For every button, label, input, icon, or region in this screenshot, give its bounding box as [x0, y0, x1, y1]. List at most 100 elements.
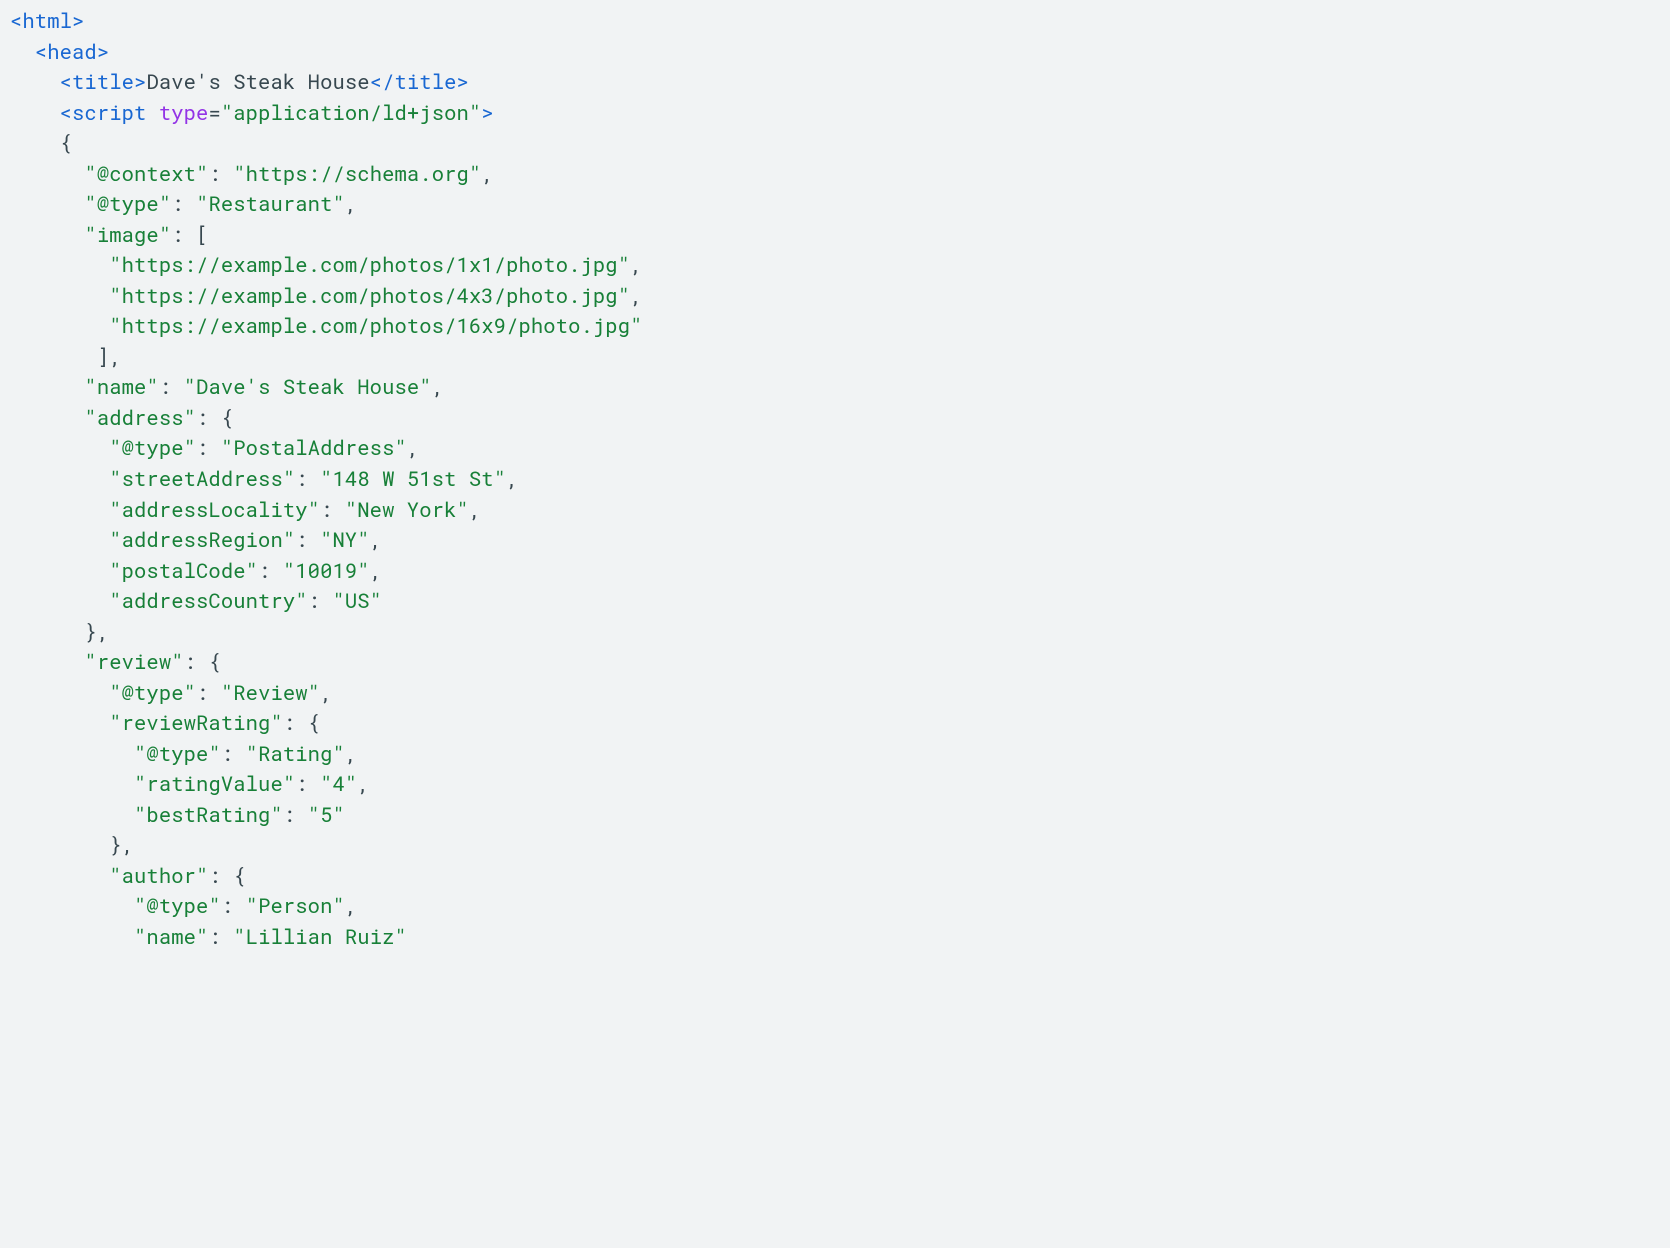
- code-token: "Rating": [246, 740, 345, 767]
- code-token: <title>: [60, 68, 147, 95]
- code-token: },: [10, 618, 109, 645]
- code-token: "https://example.com/photos/4x3/photo.jp…: [109, 282, 630, 309]
- code-token: [10, 709, 109, 736]
- code-token: "Lillian Ruiz": [233, 923, 407, 950]
- code-token: [10, 801, 134, 828]
- code-token: "bestRating": [134, 801, 283, 828]
- code-token: "Review": [221, 679, 320, 706]
- code-token: </title>: [370, 68, 469, 95]
- code-token: : {: [196, 404, 233, 431]
- code-token: "10019": [283, 557, 370, 584]
- code-token: ,: [320, 679, 332, 706]
- code-token: {: [10, 129, 72, 156]
- code-token: ,: [370, 557, 382, 584]
- code-token: "@type": [134, 740, 221, 767]
- code-token: :: [221, 892, 246, 919]
- code-token: "Restaurant": [196, 190, 345, 217]
- code-token: :: [221, 740, 246, 767]
- code-token: ,: [345, 190, 357, 217]
- code-token: "review": [84, 648, 183, 675]
- code-token: [10, 465, 109, 492]
- code-token: [10, 404, 84, 431]
- code-token: >: [481, 99, 493, 126]
- code-token: :: [171, 190, 196, 217]
- code-token: :: [283, 801, 308, 828]
- code-token: "addressLocality": [109, 496, 320, 523]
- code-token: : [: [171, 221, 208, 248]
- code-token: ,: [469, 496, 481, 523]
- code-token: "@type": [134, 892, 221, 919]
- code-token: ,: [630, 251, 642, 278]
- code-token: [10, 923, 134, 950]
- code-token: "New York": [345, 496, 469, 523]
- code-token: [10, 68, 60, 95]
- code-token: : {: [283, 709, 320, 736]
- code-token: "image": [84, 221, 171, 248]
- code-token: "5": [308, 801, 345, 828]
- code-token: "reviewRating": [109, 709, 283, 736]
- code-token: [10, 892, 134, 919]
- code-token: Dave's Steak House: [146, 68, 369, 95]
- code-token: :: [295, 526, 320, 553]
- code-token: "Person": [246, 892, 345, 919]
- code-token: ,: [481, 160, 493, 187]
- code-token: [10, 282, 109, 309]
- code-token: =: [208, 99, 220, 126]
- code-token: :: [208, 160, 233, 187]
- code-token: [10, 99, 60, 126]
- code-token: "postalCode": [109, 557, 258, 584]
- code-token: [10, 770, 134, 797]
- code-token: "address": [84, 404, 196, 431]
- code-token: "streetAddress": [109, 465, 295, 492]
- code-token: [10, 679, 109, 706]
- code-token: :: [258, 557, 283, 584]
- code-token: :: [295, 770, 320, 797]
- code-token: "PostalAddress": [221, 434, 407, 461]
- code-token: "NY": [320, 526, 370, 553]
- code-token: "148 W 51st St": [320, 465, 506, 492]
- code-token: :: [295, 465, 320, 492]
- code-token: [146, 99, 158, 126]
- code-token: [10, 221, 84, 248]
- code-token: "addressCountry": [109, 587, 307, 614]
- code-token: "addressRegion": [109, 526, 295, 553]
- code-token: [10, 496, 109, 523]
- code-token: [10, 160, 84, 187]
- code-token: "@type": [109, 434, 196, 461]
- code-token: [10, 312, 109, 339]
- code-token: :: [196, 679, 221, 706]
- code-token: [10, 740, 134, 767]
- code-token: [10, 862, 109, 889]
- code-token: ,: [345, 740, 357, 767]
- code-token: "author": [109, 862, 208, 889]
- code-token: ,: [357, 770, 369, 797]
- code-token: <head>: [35, 38, 109, 65]
- code-token: : {: [208, 862, 245, 889]
- code-token: "https://example.com/photos/16x9/photo.j…: [109, 312, 642, 339]
- code-token: ,: [630, 282, 642, 309]
- code-token: "name": [134, 923, 208, 950]
- code-snippet: <html> <head> <title>Dave's Steak House<…: [0, 0, 1670, 958]
- code-token: "Dave's Steak House": [184, 373, 432, 400]
- code-token: [10, 557, 109, 584]
- code-token: type: [159, 99, 209, 126]
- code-token: ,: [506, 465, 518, 492]
- code-token: [10, 648, 84, 675]
- code-token: :: [308, 587, 333, 614]
- code-token: [10, 251, 109, 278]
- code-token: ,: [432, 373, 444, 400]
- code-token: [10, 434, 109, 461]
- code-token: ,: [370, 526, 382, 553]
- code-token: [10, 190, 84, 217]
- code-token: :: [159, 373, 184, 400]
- code-token: "@context": [84, 160, 208, 187]
- code-token: "4": [320, 770, 357, 797]
- code-token: :: [208, 923, 233, 950]
- code-token: [10, 38, 35, 65]
- code-token: [10, 373, 84, 400]
- code-token: "@type": [84, 190, 171, 217]
- code-token: "https://schema.org": [233, 160, 481, 187]
- code-token: "https://example.com/photos/1x1/photo.jp…: [109, 251, 630, 278]
- code-token: "US": [332, 587, 382, 614]
- code-token: :: [320, 496, 345, 523]
